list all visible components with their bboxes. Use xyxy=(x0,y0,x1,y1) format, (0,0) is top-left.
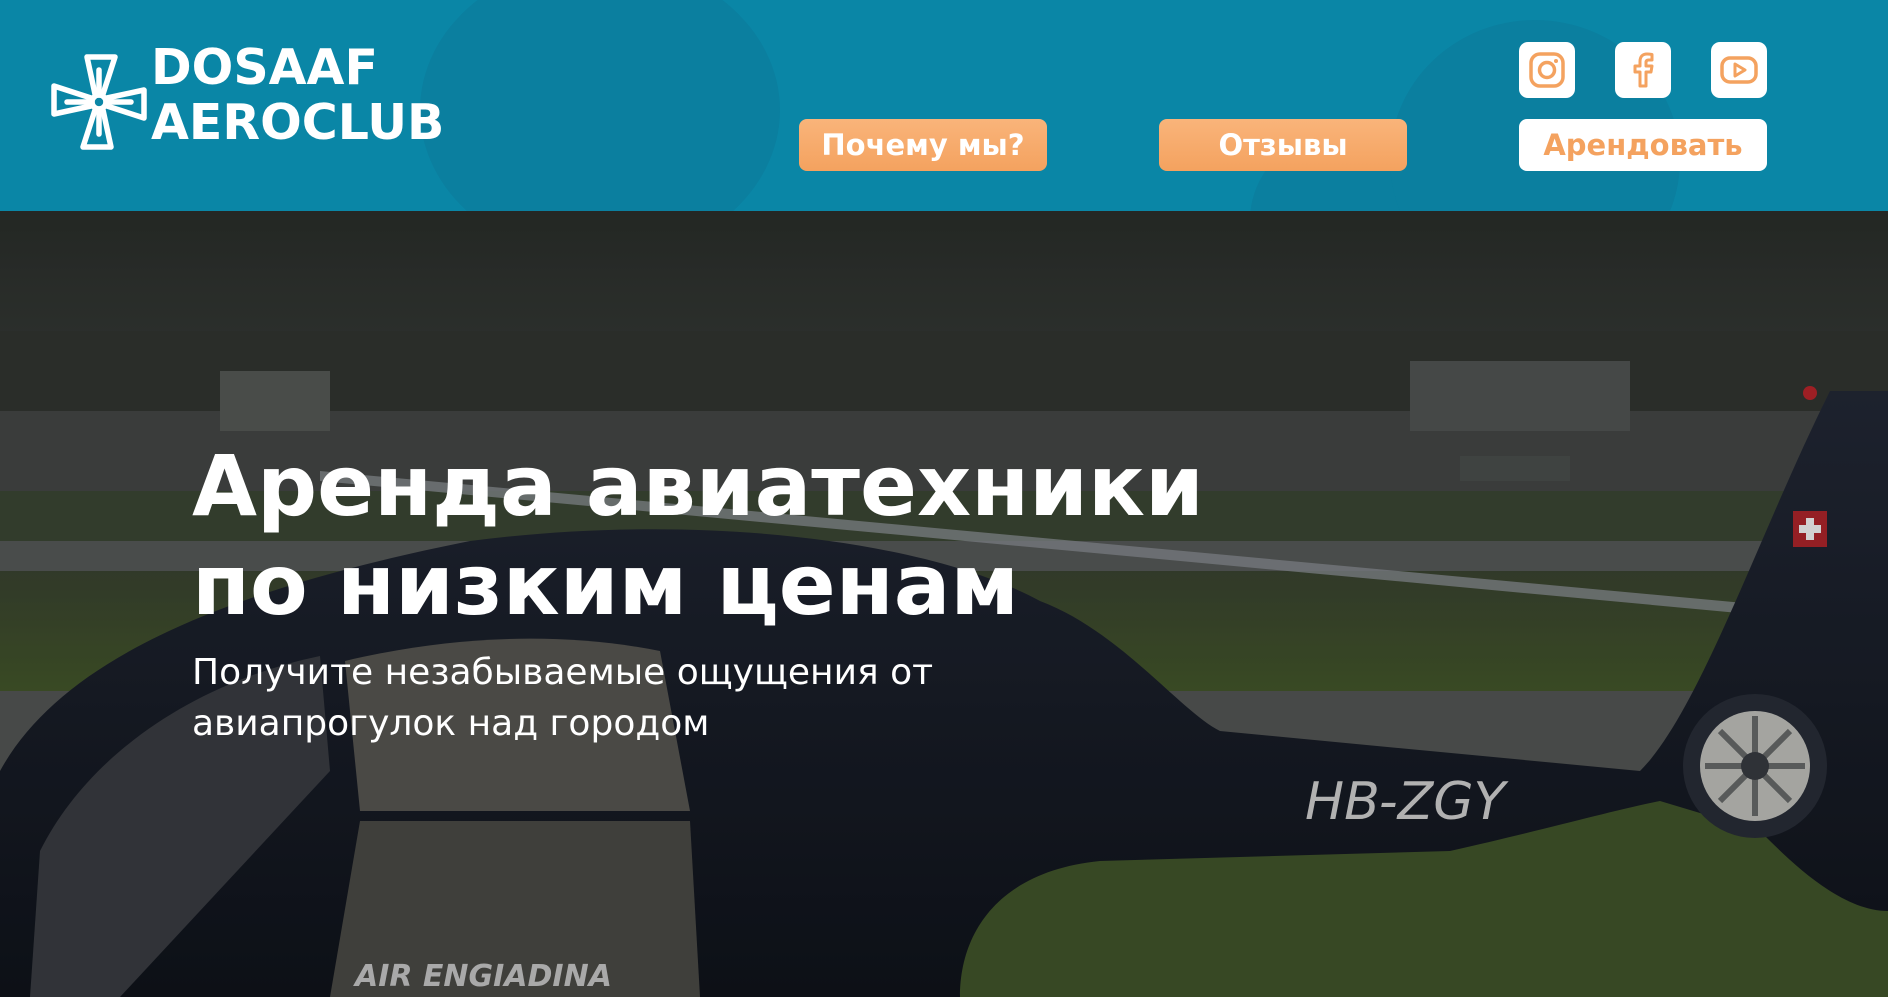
hero-subtitle: Получите незабываемые ощущения от авиапр… xyxy=(192,647,1092,749)
reviews-button[interactable]: Отзывы xyxy=(1159,119,1407,171)
facebook-link[interactable] xyxy=(1615,42,1671,98)
logo-line-1: DOSAAF xyxy=(151,39,378,96)
hero-title: Аренда авиатехники по низким ценам xyxy=(192,437,1292,635)
propeller-logo-icon xyxy=(47,54,151,154)
site-header: DOSAAF AEROCLUB Почему мы? Отзывы Арендо… xyxy=(0,0,1888,211)
logo-wordmark: DOSAAF AEROCLUB xyxy=(151,40,444,150)
youtube-link[interactable] xyxy=(1711,42,1767,98)
hero-section: HB-ZGY AIR ENGIADINA Аренда авиатехники … xyxy=(0,211,1888,997)
hero-title-line-1: Аренда авиатехники xyxy=(192,437,1204,535)
page: DOSAAF AEROCLUB Почему мы? Отзывы Арендо… xyxy=(0,0,1888,997)
hero-subtitle-line-2: авиапрогулок над городом xyxy=(192,703,710,744)
hero-title-line-2: по низким ценам xyxy=(192,536,1020,634)
site-logo[interactable]: DOSAAF AEROCLUB xyxy=(47,40,467,160)
instagram-icon xyxy=(1529,52,1565,88)
facebook-icon xyxy=(1633,52,1654,88)
instagram-link[interactable] xyxy=(1519,42,1575,98)
youtube-icon xyxy=(1720,56,1758,84)
hero-subtitle-line-1: Получите незабываемые ощущения от xyxy=(192,652,934,693)
logo-line-2: AEROCLUB xyxy=(151,94,445,151)
header-decoration xyxy=(420,0,780,211)
rent-button[interactable]: Арендовать xyxy=(1519,119,1767,171)
why-us-button[interactable]: Почему мы? xyxy=(799,119,1047,171)
